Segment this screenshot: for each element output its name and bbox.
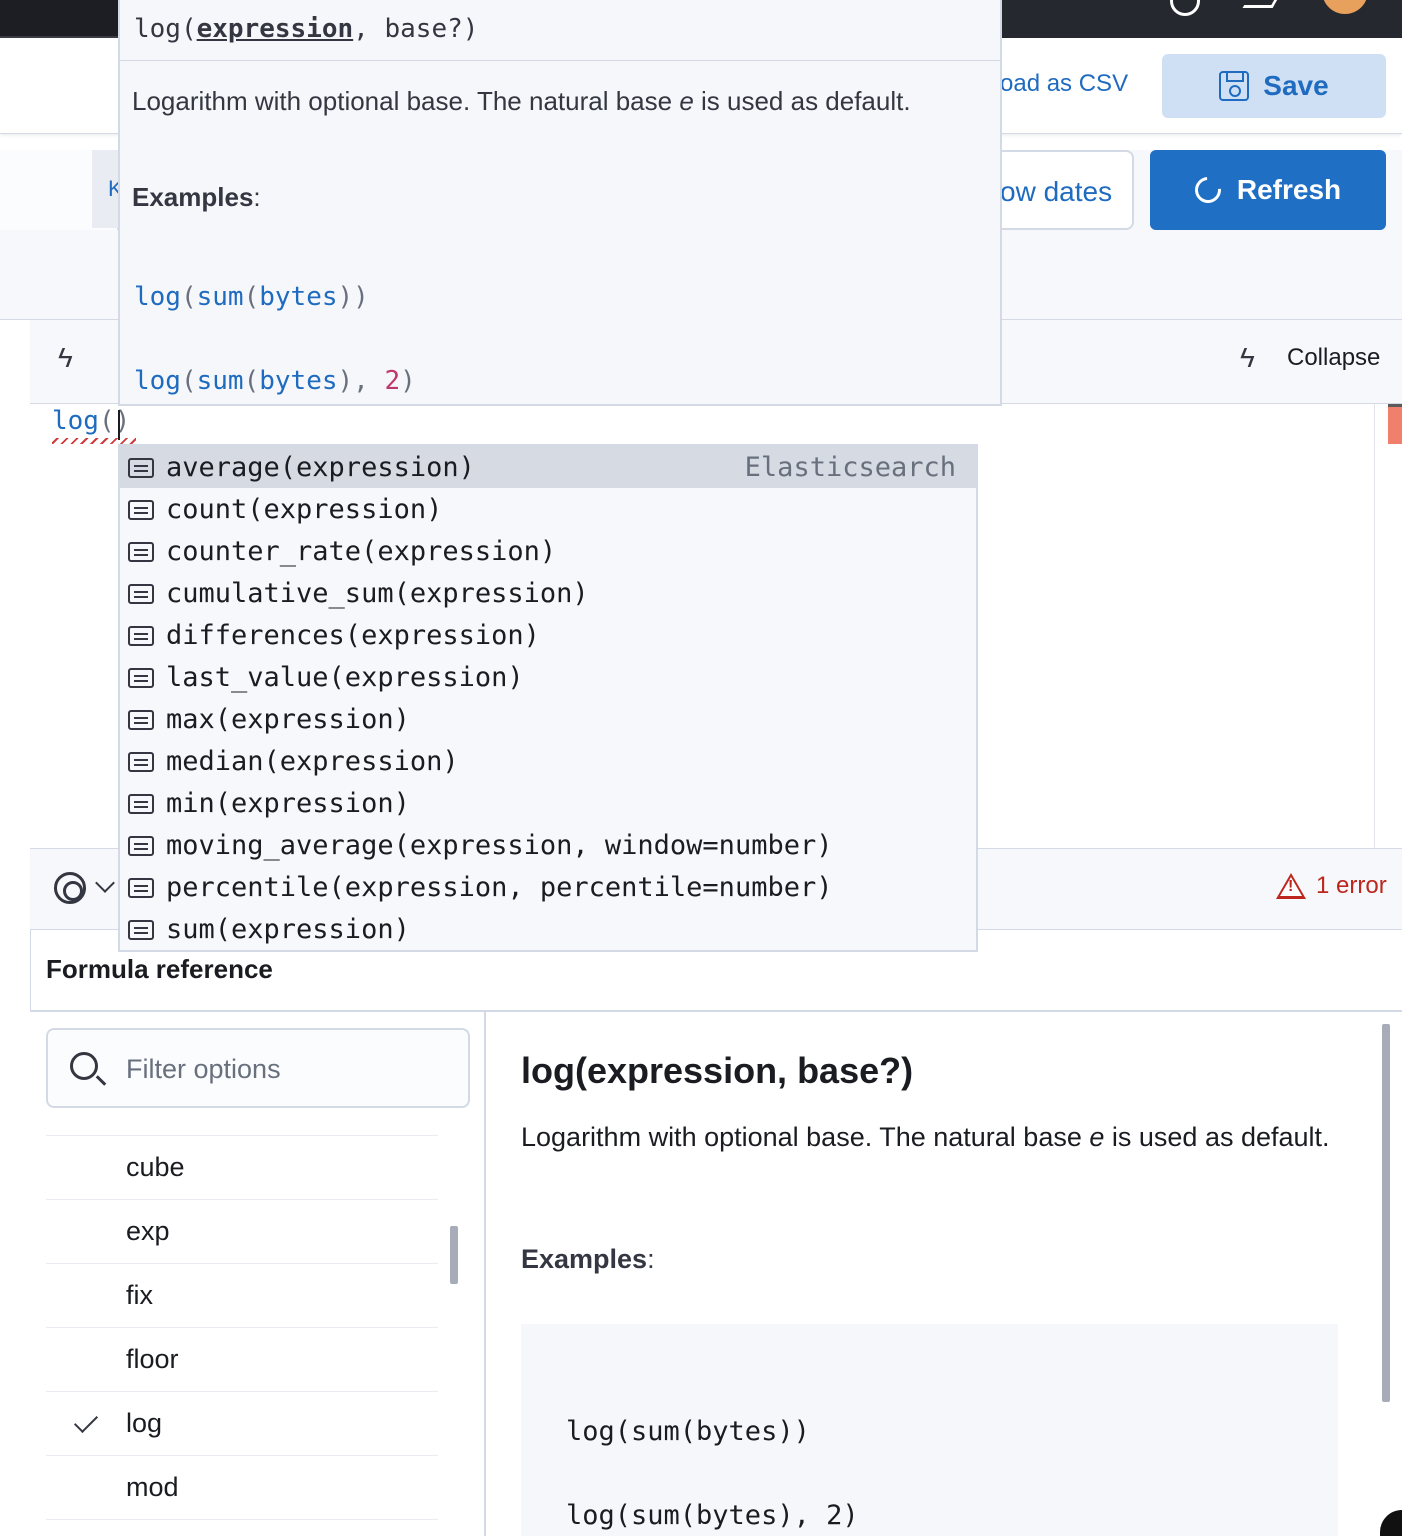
function-list-scrollbar[interactable] xyxy=(450,1226,458,1284)
function-item-fix[interactable]: fix xyxy=(46,1264,438,1328)
error-count-indicator[interactable]: 1 error xyxy=(1276,872,1387,900)
suggestion-item[interactable]: min(expression) xyxy=(120,782,976,824)
suggestion-item[interactable]: differences(expression) xyxy=(120,614,976,656)
text-cursor xyxy=(118,410,120,440)
editor-scrollbar[interactable] xyxy=(1374,404,1375,848)
filter-options-input[interactable] xyxy=(126,1050,446,1088)
search-icon xyxy=(70,1052,98,1080)
suggestion-item[interactable]: average(expression) Elasticsearch xyxy=(120,446,976,488)
suggestion-item[interactable]: cumulative_sum(expression) xyxy=(120,572,976,614)
signature-example-1: log(sum(bytes)) xyxy=(134,282,369,312)
suggestion-item[interactable]: median(expression) xyxy=(120,740,976,782)
active-parameter: expression xyxy=(196,14,354,44)
function-icon xyxy=(128,752,154,772)
query-language-toggle[interactable]: K xyxy=(92,150,123,228)
suggestion-source: Elasticsearch xyxy=(744,452,956,483)
code-example-1: log(sum(bytes)) xyxy=(566,1416,810,1447)
suggestion-item[interactable]: counter_rate(expression) xyxy=(120,530,976,572)
signature-help-tooltip: log(expression, base?) Logarithm with op… xyxy=(118,0,1002,406)
function-item-mod[interactable]: mod xyxy=(46,1456,438,1520)
function-doc-description: Logarithm with optional base. The natura… xyxy=(521,1122,1330,1152)
signature-examples-heading: Examples: xyxy=(132,182,261,212)
function-item-floor[interactable]: floor xyxy=(46,1328,438,1392)
suggestion-item[interactable]: max(expression) xyxy=(120,698,976,740)
doc-scrollbar[interactable] xyxy=(1382,1024,1390,1402)
help-lifebuoy-icon[interactable] xyxy=(54,872,86,904)
function-icon xyxy=(128,626,154,646)
suggestion-item[interactable]: count(expression) xyxy=(120,488,976,530)
avatar[interactable] xyxy=(1322,0,1368,14)
help-icon[interactable] xyxy=(1170,0,1200,16)
error-overview-marker xyxy=(1388,404,1402,444)
suggestion-item[interactable]: moving_average(expression, window=number… xyxy=(120,824,976,866)
lightning-icon[interactable]: ϟ xyxy=(58,342,73,374)
save-button-label: Save xyxy=(1263,70,1329,101)
function-icon xyxy=(128,878,154,898)
function-list: clamp cube exp fix floor log mod xyxy=(46,1072,438,1520)
filter-options-box[interactable] xyxy=(46,1028,470,1108)
function-icon xyxy=(128,668,154,688)
signature-example-2: log(sum(bytes), 2) xyxy=(134,366,416,396)
nav-strip xyxy=(0,0,118,38)
save-button[interactable]: Save xyxy=(1162,54,1386,118)
error-count-label: 1 error xyxy=(1316,872,1387,899)
refresh-button[interactable]: Refresh xyxy=(1150,150,1386,230)
formula-open-paren: ( xyxy=(98,406,115,436)
tooltip-divider xyxy=(120,60,1000,61)
collapse-button[interactable]: Collapse xyxy=(1287,344,1380,372)
refresh-button-label: Refresh xyxy=(1236,174,1342,205)
refresh-icon xyxy=(1189,171,1227,209)
function-icon xyxy=(128,794,154,814)
suggestion-item[interactable]: percentile(expression, percentile=number… xyxy=(120,866,976,908)
function-item-cube[interactable]: cube xyxy=(46,1136,438,1200)
function-icon xyxy=(128,920,154,940)
function-icon xyxy=(128,542,154,562)
function-doc-examples-heading: Examples: xyxy=(521,1244,655,1274)
formula-close-paren: ) xyxy=(114,406,131,436)
code-example-2: log(sum(bytes), 2) xyxy=(566,1500,859,1531)
signature-text: log(expression, base?) xyxy=(134,14,479,44)
show-dates-button[interactable]: ow dates xyxy=(1000,150,1134,230)
formula-fn: log xyxy=(52,406,99,436)
function-item-log[interactable]: log xyxy=(46,1392,438,1456)
suggestion-dropdown: average(expression) Elasticsearch count(e… xyxy=(118,444,978,952)
function-icon xyxy=(128,500,154,520)
function-icon xyxy=(128,584,154,604)
function-icon xyxy=(128,710,154,730)
function-doc-title: log(expression, base?) xyxy=(521,1050,914,1091)
function-icon xyxy=(128,836,154,856)
function-icon xyxy=(128,458,154,478)
save-icon xyxy=(1219,71,1250,101)
warning-icon xyxy=(1276,873,1306,899)
suggestion-item[interactable]: last_value(expression) xyxy=(120,656,976,698)
formula-reference-title: Formula reference xyxy=(46,954,273,984)
collapse-lightning-icon[interactable]: ϟ xyxy=(1240,342,1255,374)
news-feed-icon[interactable] xyxy=(1242,0,1280,8)
download-csv-link[interactable]: oad as CSV xyxy=(1000,70,1128,98)
function-item-exp[interactable]: exp xyxy=(46,1200,438,1264)
suggestion-item[interactable]: sum(expression) xyxy=(120,908,976,950)
signature-description: Logarithm with optional base. The natura… xyxy=(132,86,911,116)
check-icon xyxy=(73,1408,99,1434)
